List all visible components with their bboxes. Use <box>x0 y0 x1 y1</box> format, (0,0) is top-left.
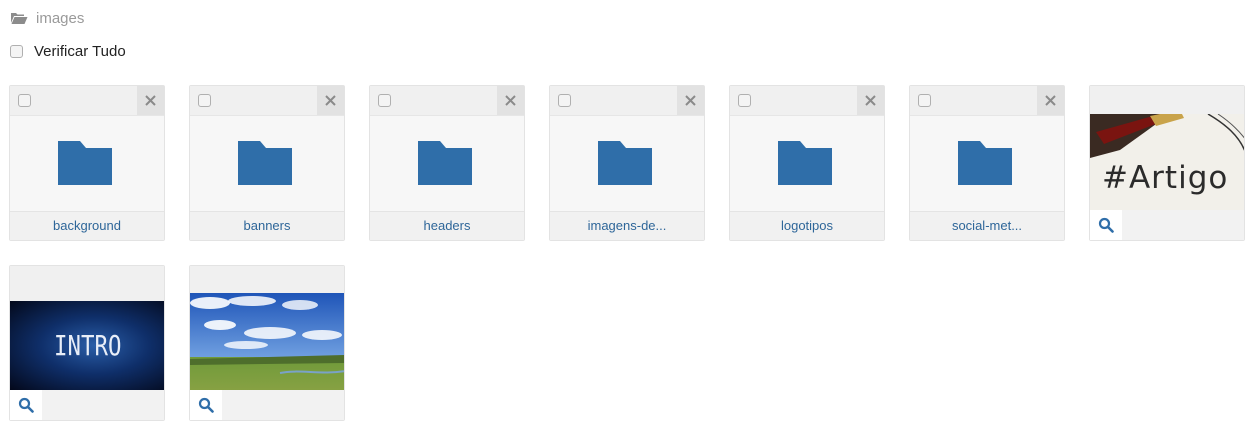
folder-name[interactable]: banners <box>190 211 344 240</box>
tile-header <box>910 86 1064 116</box>
search-icon <box>198 397 214 413</box>
image-thumbnail[interactable]: INTRO <box>10 301 164 390</box>
close-icon <box>145 95 156 106</box>
image-overlay-text: INTRO <box>54 329 122 362</box>
folder-name[interactable]: background <box>10 211 164 240</box>
landscape-illustration <box>190 293 344 395</box>
tile-header <box>730 86 884 116</box>
tile-footer <box>222 390 344 420</box>
search-icon <box>1098 217 1114 233</box>
tile-header <box>550 86 704 116</box>
preview-button[interactable] <box>10 390 43 420</box>
search-icon <box>18 397 34 413</box>
folder-icon[interactable] <box>958 141 1012 185</box>
tile-header <box>190 266 344 293</box>
folder-tile[interactable]: logotipos <box>729 85 885 241</box>
close-icon <box>1045 95 1056 106</box>
folder-name[interactable]: imagens-de... <box>550 211 704 240</box>
folder-icon[interactable] <box>598 141 652 185</box>
tile-footer <box>1122 210 1244 240</box>
folder-checkbox[interactable] <box>918 94 931 107</box>
folder-icon[interactable] <box>238 141 292 185</box>
folder-icon[interactable] <box>418 141 472 185</box>
folder-checkbox[interactable] <box>738 94 751 107</box>
folder-checkbox[interactable] <box>198 94 211 107</box>
folder-icon[interactable] <box>778 141 832 185</box>
preview-button[interactable] <box>1090 210 1123 240</box>
folder-tile[interactable]: banners <box>189 85 345 241</box>
delete-button[interactable] <box>497 86 524 115</box>
tile-header <box>370 86 524 116</box>
folder-checkbox[interactable] <box>18 94 31 107</box>
image-tile[interactable]: #Artigo <box>1089 85 1245 241</box>
tile-header <box>10 266 164 301</box>
close-icon <box>865 95 876 106</box>
folder-tile[interactable]: social-met... <box>909 85 1065 241</box>
folder-tile[interactable]: imagens-de... <box>549 85 705 241</box>
close-icon <box>325 95 336 106</box>
tile-header <box>10 86 164 116</box>
delete-button[interactable] <box>1037 86 1064 115</box>
folder-checkbox[interactable] <box>558 94 571 107</box>
folder-name[interactable]: logotipos <box>730 211 884 240</box>
media-grid: background banners headers imagens-de...… <box>0 0 1249 422</box>
image-thumbnail[interactable]: #Artigo <box>1090 114 1244 212</box>
image-overlay-text: #Artigo <box>1102 160 1229 196</box>
image-thumbnail[interactable] <box>190 293 344 395</box>
delete-button[interactable] <box>317 86 344 115</box>
folder-icon[interactable] <box>58 141 112 185</box>
folder-name[interactable]: social-met... <box>910 211 1064 240</box>
close-icon <box>685 95 696 106</box>
folder-tile[interactable]: headers <box>369 85 525 241</box>
image-tile[interactable] <box>189 265 345 421</box>
delete-button[interactable] <box>857 86 884 115</box>
delete-button[interactable] <box>137 86 164 115</box>
folder-tile[interactable]: background <box>9 85 165 241</box>
tile-header <box>1090 86 1244 114</box>
folder-checkbox[interactable] <box>378 94 391 107</box>
folder-name[interactable]: headers <box>370 211 524 240</box>
close-icon <box>505 95 516 106</box>
preview-button[interactable] <box>190 390 223 420</box>
delete-button[interactable] <box>677 86 704 115</box>
tile-footer <box>42 390 164 420</box>
tile-header <box>190 86 344 116</box>
image-tile[interactable]: INTRO <box>9 265 165 421</box>
